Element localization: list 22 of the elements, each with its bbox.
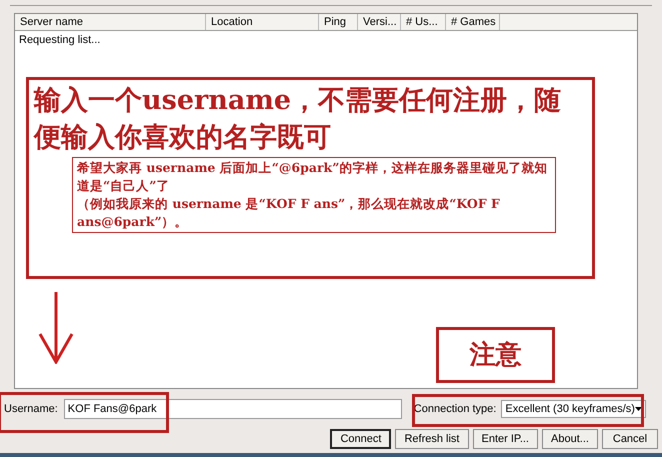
annotation-heading: 输入一个username，不需要任何注册，随便输入你喜欢的名字既可 <box>34 84 562 155</box>
dialog-button[interactable]: Connect <box>330 429 392 449</box>
status-text: Requesting list... <box>18 33 102 48</box>
connection-type-dropdown[interactable]: Excellent (30 keyframes/s) <box>501 400 646 418</box>
down-arrow-icon <box>36 290 76 364</box>
column-header[interactable]: Location <box>206 14 319 30</box>
column-header[interactable]: Server name <box>15 14 206 30</box>
dialog-button[interactable]: Cancel <box>602 429 658 449</box>
username-label: Username: <box>4 403 58 415</box>
caret-icon <box>635 407 642 411</box>
column-header[interactable]: Versi... <box>358 14 401 30</box>
connection-type-label: Connection type: <box>414 403 496 415</box>
username-field[interactable]: KOF Fans@6park <box>64 399 402 419</box>
column-header[interactable]: # Games <box>446 14 500 30</box>
dialog-button[interactable]: Enter IP... <box>472 429 538 449</box>
callout-label: 注意 <box>436 327 555 383</box>
column-header[interactable]: # Us... <box>401 14 446 30</box>
note-text: 希望大家再 username 后面加上“@6park”的字样，这样在服务器里碰见了就知道是“自己人”了 <box>77 159 548 195</box>
note-text: （例如我原来的 username 是“KOF F ans”，那么现在就改成“KOF F ans@6park”）。 <box>77 195 501 231</box>
dialog-button[interactable]: Refresh list <box>395 429 468 449</box>
dialog-button[interactable]: About... <box>542 429 598 449</box>
column-header[interactable]: Ping <box>319 14 358 30</box>
